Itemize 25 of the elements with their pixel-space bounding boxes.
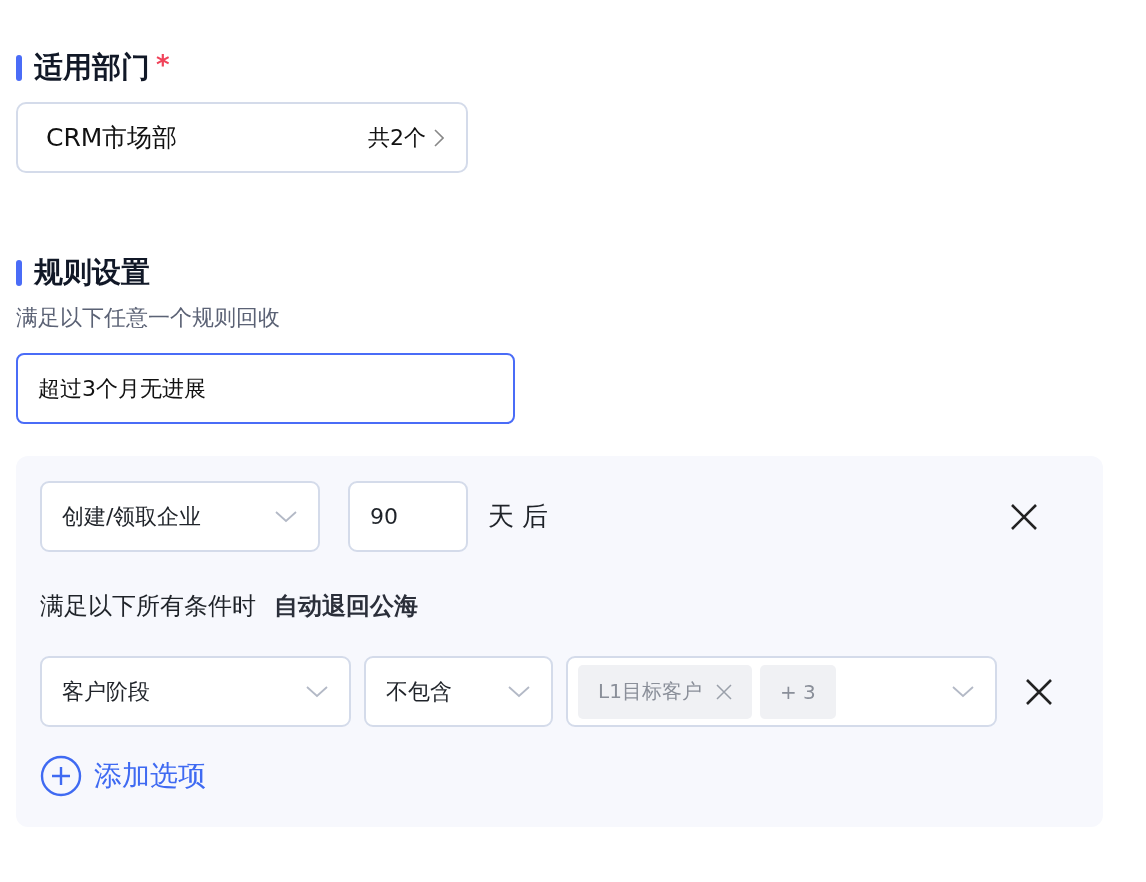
value-tag: L1目标客户 bbox=[578, 664, 752, 719]
section-description: 满足以下任意一个规则回收 bbox=[16, 304, 281, 332]
department-selector[interactable]: CRM市场部 共2个 bbox=[16, 102, 468, 173]
section-marker bbox=[16, 260, 22, 286]
chevron-down-icon bbox=[305, 685, 329, 698]
close-button[interactable] bbox=[1009, 501, 1039, 532]
chevron-down-icon bbox=[951, 685, 975, 698]
operator-select[interactable]: 不包含 bbox=[364, 656, 553, 727]
section-title: 规则设置 bbox=[34, 254, 150, 291]
trigger-select[interactable]: 创建/领取企业 bbox=[40, 481, 320, 552]
chevron-down-icon bbox=[507, 685, 531, 698]
plus-circle-icon bbox=[40, 755, 82, 797]
field-select[interactable]: 客户阶段 bbox=[40, 656, 351, 727]
chevron-down-icon bbox=[274, 510, 298, 523]
days-field[interactable]: 90 bbox=[348, 481, 468, 552]
required-mark: * bbox=[156, 50, 170, 80]
section-title: 适用部门 bbox=[34, 49, 150, 86]
days-unit: 天 后 bbox=[488, 500, 549, 533]
close-button[interactable] bbox=[1024, 676, 1054, 707]
chevron-right-icon bbox=[434, 128, 444, 147]
add-option-button[interactable]: 添加选项 bbox=[40, 755, 206, 797]
more-tag: + 3 bbox=[759, 664, 836, 719]
condition-intro: 满足以下所有条件时 自动退回公海 bbox=[40, 591, 419, 622]
rule-name-field[interactable]: 超过3个月无进展 bbox=[16, 353, 515, 424]
section-marker bbox=[16, 55, 22, 81]
